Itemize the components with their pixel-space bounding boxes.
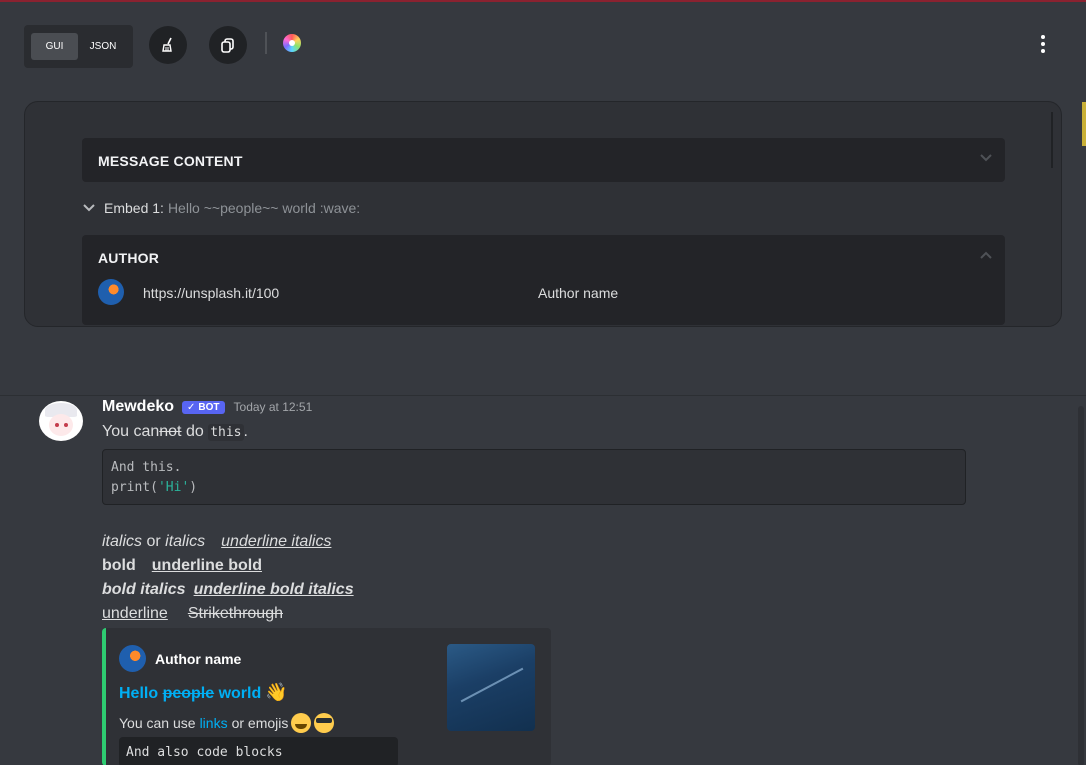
message-content-section[interactable]: MESSAGE CONTENT bbox=[82, 138, 1005, 182]
broom-icon bbox=[162, 37, 172, 52]
panel-scrollbar[interactable] bbox=[1051, 112, 1053, 168]
embed-editor: GUI JSON MESSAGE CONTENT Embed 1: Hello … bbox=[0, 2, 1086, 395]
author-section: AUTHOR https://unsplash.it/100 Author na… bbox=[82, 235, 1005, 325]
embed-1-toggle[interactable]: Embed 1: Hello ~~people~~ world :wave: bbox=[82, 200, 360, 216]
embed-label: Embed 1: bbox=[104, 200, 164, 216]
clear-button[interactable] bbox=[149, 26, 187, 64]
check-icon: ✓ bbox=[187, 401, 196, 413]
color-picker-icon[interactable] bbox=[283, 34, 301, 52]
author-icon-preview bbox=[98, 279, 124, 305]
message-content-title: MESSAGE CONTENT bbox=[98, 153, 243, 169]
toolbar: GUI JSON bbox=[0, 2, 1086, 88]
author-title: AUTHOR bbox=[98, 250, 160, 266]
chevron-up-icon[interactable] bbox=[979, 247, 993, 263]
message-header: Mewdeko ✓ BOT Today at 12:51 bbox=[102, 398, 312, 416]
embed-description: You can use links or emojis bbox=[119, 713, 335, 733]
mode-toggle: GUI JSON bbox=[24, 25, 133, 68]
author-name-field[interactable]: Author name bbox=[538, 285, 618, 301]
json-mode-button[interactable]: JSON bbox=[80, 33, 126, 60]
editor-panel: MESSAGE CONTENT Embed 1: Hello ~~people~… bbox=[24, 101, 1062, 327]
embed-code-block: And also code blocks bbox=[119, 737, 398, 765]
code-block: And this. print('Hi') bbox=[102, 449, 966, 505]
bot-badge: ✓ BOT bbox=[182, 400, 225, 414]
message-preview: Mewdeko ✓ BOT Today at 12:51 You cannot … bbox=[0, 395, 1086, 765]
bot-tag-label: BOT bbox=[198, 401, 220, 413]
toolbar-divider bbox=[265, 32, 267, 54]
embed-thumbnail[interactable] bbox=[447, 644, 535, 731]
more-options-icon[interactable] bbox=[1034, 32, 1052, 56]
chevron-down-icon[interactable] bbox=[979, 150, 993, 166]
format-line-bold: bold underline bold bbox=[102, 557, 262, 574]
wave-emoji-icon: 👋 bbox=[265, 682, 288, 702]
gui-mode-button[interactable]: GUI bbox=[31, 33, 78, 60]
edge-accent bbox=[1082, 102, 1086, 146]
message-text-line: You cannot do this. bbox=[102, 423, 248, 441]
embed-author: Author name bbox=[119, 645, 241, 672]
copy-button[interactable] bbox=[209, 26, 247, 64]
embed-author-icon bbox=[119, 645, 146, 672]
embed-link[interactable]: links bbox=[200, 715, 228, 731]
grin-emoji-icon bbox=[291, 713, 312, 733]
bot-name[interactable]: Mewdeko bbox=[102, 398, 174, 416]
format-line-bold-italics: bold italics underline bold italics bbox=[102, 581, 354, 598]
inline-code: this bbox=[208, 424, 244, 441]
embed-summary: Hello ~~people~~ world :wave: bbox=[167, 200, 361, 216]
embed-author-name: Author name bbox=[155, 650, 242, 667]
sunglasses-emoji-icon bbox=[314, 713, 335, 733]
format-line-underline: underline Strikethrough bbox=[102, 605, 283, 622]
format-line-italics: italics or italics underline italics bbox=[102, 533, 332, 550]
chevron-down-icon bbox=[83, 204, 95, 212]
preview-scrollbar[interactable] bbox=[1078, 406, 1084, 765]
timestamp: Today at 12:51 bbox=[233, 400, 313, 414]
avatar[interactable] bbox=[39, 401, 83, 441]
embed-preview: Author name Hello people world 👋 You can … bbox=[102, 628, 551, 765]
copy-icon bbox=[221, 38, 234, 53]
author-icon-url-field[interactable]: https://unsplash.it/100 bbox=[143, 285, 279, 301]
embed-title[interactable]: Hello people world 👋 bbox=[119, 682, 288, 703]
